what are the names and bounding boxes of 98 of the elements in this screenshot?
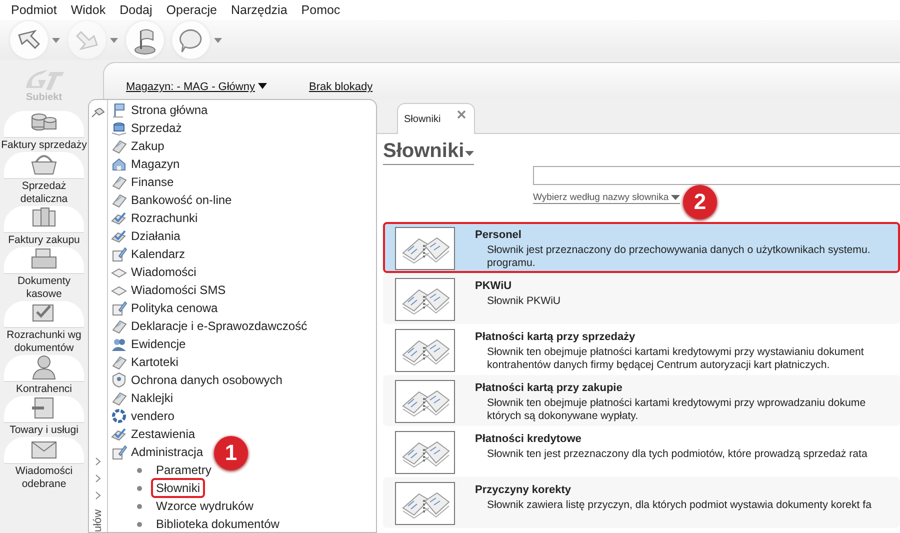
book-icon (395, 329, 455, 372)
row-description: Słownik zawiera listę przyczyn, dla których podmiot wystawia dokumenty korekt fa (486, 499, 872, 512)
list-row[interactable]: Płatności kartą przy sprzedaży Słownik ten obejmuje płatności kartami kredytowymi przy wystawianiu dokument kontrahentów danych firmy będącej Centrum autoryzacji kart płatniczych. (383, 324, 900, 375)
row-description: Słownik ten jest przeznaczony dla tych podmiotów, które prowadzą sprzedaż rata (486, 448, 868, 461)
row-title: Personel (475, 229, 522, 241)
caret-icon (670, 195, 680, 200)
toolbar-button[interactable] (172, 21, 222, 59)
caret-icon (110, 38, 118, 42)
list-row[interactable]: PKWiU Słownik PKWiU (383, 273, 900, 324)
row-title: Przyczyny korekty (475, 484, 572, 496)
caret-icon (465, 151, 474, 156)
nav-item[interactable]: Ochrona danych osobowych (111, 371, 282, 389)
nav-item[interactable]: Strona główna (111, 101, 208, 119)
nav-item[interactable]: Naklejki (111, 389, 174, 407)
rail-button[interactable]: Wiadomości odebrane (1, 437, 87, 491)
rail-button[interactable]: Dokumenty kasowe (1, 247, 87, 301)
document-icon (111, 192, 127, 208)
flag-icon (111, 102, 127, 118)
nav-item[interactable]: Kartoteki (111, 353, 178, 371)
coins-icon (111, 120, 127, 136)
lock-status-link[interactable]: Brak blokady (308, 81, 373, 93)
nav-item[interactable]: Bankowość on-line (111, 191, 232, 209)
rail-button[interactable]: Rozrachunki wg dokumentów (1, 301, 87, 355)
nav-item[interactable]: Ewidencje (111, 335, 186, 353)
book-icon (395, 482, 455, 525)
row-description: Słownik jest przeznaczony do przechowywania danych o użytkownikach systemu. programu. (486, 244, 870, 270)
nav-subitem[interactable]: Parametry (151, 460, 216, 480)
nav-item[interactable]: Finanse (111, 173, 174, 191)
bullet-icon (137, 468, 142, 472)
document-icon (111, 174, 127, 190)
collapsed-panel-label: ułów (92, 508, 104, 532)
warehouse-dropdown[interactable]: Magazyn: - MAG - Główny (126, 81, 267, 93)
nav-subitem[interactable]: Wzorce wydruków (151, 496, 258, 516)
ring-icon (111, 408, 127, 424)
list-row[interactable]: Personel Słownik jest przeznaczony do przechowywania danych o użytkownikach systemu. programu. (383, 222, 900, 273)
nav-item[interactable]: Zestawienia (111, 425, 196, 443)
toolbar-button[interactable] (10, 21, 60, 59)
book-icon (395, 278, 455, 321)
nav-item[interactable]: Deklaracje i e-Sprawozdawczość (111, 317, 308, 335)
shield-icon (111, 372, 127, 388)
tab[interactable]: Słowniki (397, 103, 475, 134)
nav-item[interactable]: Kalendarz (111, 245, 186, 263)
pin-icon (91, 108, 105, 118)
book-icon (395, 380, 455, 423)
pencil-icon (111, 300, 127, 316)
nav-item[interactable]: Sprzedaż (111, 119, 182, 137)
bullet-icon (137, 486, 142, 490)
nav-item[interactable]: Polityka cenowa (111, 299, 218, 317)
search-field[interactable] (533, 166, 900, 185)
caret-icon (214, 38, 222, 42)
nav-item[interactable]: Działania (111, 227, 180, 245)
document-icon (111, 354, 127, 370)
pencil-icon (111, 444, 127, 460)
caret-icon (258, 83, 267, 89)
bullet-icon (137, 504, 142, 508)
checkmark-icon (111, 210, 127, 226)
house-icon (111, 156, 127, 172)
close-icon (456, 110, 466, 119)
book-icon (395, 431, 455, 474)
nav-item[interactable]: Zakup (111, 137, 164, 155)
menu-item[interactable]: Operacje (159, 3, 224, 17)
row-title: Płatności kartą przy sprzedaży (475, 331, 636, 343)
nav-subitem[interactable]: Słowniki (151, 478, 206, 498)
filter-dropdown[interactable]: Wybierz według nazwy słownika (533, 192, 680, 204)
people-icon (111, 336, 127, 352)
page-title-dropdown[interactable]: Słowniki (383, 140, 474, 165)
list-row[interactable]: Płatności kredytowe Słownik ten jest przeznaczony dla tych podmiotów, które prowadzą sprzedaż rata (383, 426, 900, 477)
document-icon (111, 138, 127, 154)
nav-item[interactable]: Rozrachunki (111, 209, 198, 227)
menu-item[interactable]: Dodaj (112, 3, 160, 17)
caret-icon (52, 38, 60, 42)
row-description: Słownik PKWiU (486, 295, 561, 308)
document-icon (111, 390, 127, 406)
nav-item[interactable]: Wiadomości (111, 263, 196, 281)
checkmark-icon (111, 426, 127, 442)
rail-button[interactable]: Sprzedaż detaliczna (1, 152, 87, 206)
toolbar-button[interactable] (126, 21, 164, 59)
list-row[interactable]: Przyczyny korekty Słownik zawiera listę przyczyn, dla których podmiot wystawia dokumenty korekt fa (383, 477, 900, 528)
row-description: Słownik ten obejmuje płatności kartami kredytowymi przy wprowadzaniu dokume których są dokonywane wypłaty. (486, 397, 866, 423)
menu-item[interactable]: Widok (64, 3, 113, 17)
nav-item[interactable]: Wiadomości SMS (111, 281, 226, 299)
list-row[interactable]: Płatności kartą przy zakupie Słownik ten obejmuje płatności kartami kredytowymi przy wprowadzaniu dokume których są dokonywane wypłaty. (383, 375, 900, 426)
row-title: Płatności kredytowe (475, 433, 582, 445)
menu-item[interactable]: Pomoc (294, 3, 348, 17)
nav-item[interactable]: Magazyn (111, 155, 180, 173)
nav-item[interactable]: vendero (111, 407, 174, 425)
menu-item[interactable]: Narzędzia (224, 3, 294, 17)
pencil-icon (111, 246, 127, 262)
row-title: Płatności kartą przy zakupie (475, 382, 624, 394)
menu-item[interactable]: Podmiot (4, 3, 64, 17)
document-icon (111, 318, 127, 334)
bullet-icon (137, 522, 142, 526)
row-description: Słownik ten obejmuje płatności kartami kredytowymi przy wystawianiu dokument kontrahentów danych firmy będącej Centrum autoryzacji kart płatniczych. (486, 346, 864, 372)
nav-item[interactable]: Administracja (111, 443, 204, 461)
checkmark-icon (111, 228, 127, 244)
nav-subitem[interactable]: Biblioteka dokumentów (151, 514, 284, 533)
book-icon (395, 227, 455, 270)
row-title: PKWiU (475, 280, 513, 292)
